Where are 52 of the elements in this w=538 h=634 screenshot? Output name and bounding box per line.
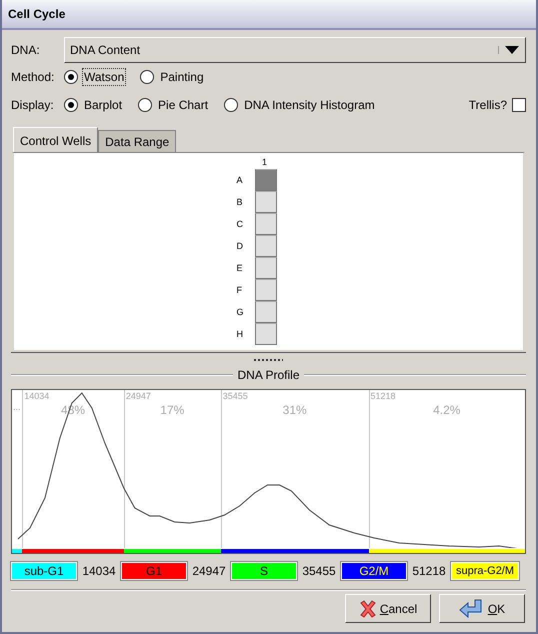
cross-icon [358,600,377,618]
well[interactable] [254,235,276,257]
row-label: B [236,197,244,207]
row-label: H [236,329,244,339]
phase-threshold-value: 24947 [191,564,227,578]
cancel-button[interactable]: Cancel [345,594,431,623]
well[interactable] [254,169,276,191]
phase-legend-chip: S [231,562,297,580]
dna-label: DNA: [11,43,41,57]
ok-button[interactable]: OK [439,594,525,623]
display-radio[interactable]: DNA Intensity Histogram [224,96,377,114]
display-radio[interactable]: Barplot [64,96,124,114]
phase-legend-chip: sub-G1 [11,562,77,580]
threshold-label: 35455 [222,391,248,401]
corner-mark: ... [13,402,21,412]
well[interactable] [254,191,276,213]
display-label: Display: [11,98,55,112]
row-label: E [236,263,244,273]
phase-threshold-value: 35455 [301,564,337,578]
percent-label: 31% [282,403,307,417]
well[interactable] [254,301,276,323]
row-label: G [236,307,245,317]
tab[interactable]: Data Range [98,130,176,152]
phase-legend-chip: G1 [121,562,187,580]
trellis-checkbox[interactable]: Trellis? [466,96,526,114]
well[interactable] [254,279,276,301]
method-radio[interactable]: Painting [140,68,206,86]
row-label: D [236,241,244,251]
dropdown-arrow-icon[interactable] [498,46,519,54]
window-title: Cell Cycle [8,7,66,21]
display-radio[interactable]: Pie Chart [138,96,210,114]
threshold-label: 51218 [370,391,396,401]
method-label: Method: [11,70,56,84]
percent-label: 4.2% [433,403,460,417]
percent-label: 17% [160,403,184,417]
well[interactable] [254,257,276,279]
phase-legend-chip: G2/M [341,562,407,580]
row-label: C [236,219,244,229]
dna-dropdown[interactable]: DNA Content [64,37,526,63]
threshold-label: 14034 [24,391,50,401]
row-label: F [236,285,243,295]
threshold-label: 24947 [126,391,151,401]
phase-threshold-value: 51218 [411,564,447,578]
phase-legend-chip: supra-G2/M [451,562,519,580]
well[interactable] [254,323,276,345]
splitter-grip-icon[interactable] [254,358,283,362]
tab[interactable]: Control Wells [13,127,98,152]
column-label: 1 [260,157,268,169]
phase-threshold-value: 14034 [81,564,117,578]
profile-title: DNA Profile [237,368,300,382]
well[interactable] [254,213,276,235]
row-label: A [236,175,244,185]
